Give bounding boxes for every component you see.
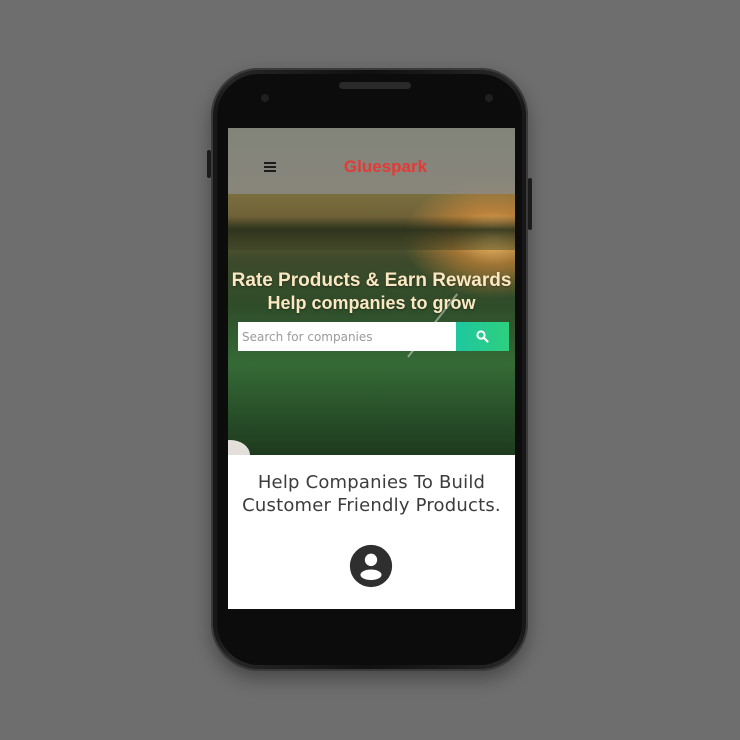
hero-headline: Rate Products & Earn Rewards Help compan… [228, 269, 515, 315]
power-button [528, 178, 532, 230]
main-content: Help Companies To Build Customer Friendl… [228, 455, 515, 609]
hero-headline-line2: Help companies to grow [267, 293, 476, 313]
hero-treeline [228, 216, 515, 250]
search-icon [476, 330, 489, 343]
phone-sensor [261, 94, 269, 102]
volume-button [207, 150, 211, 178]
phone-screen: Gluespark Rate Products & Earn Rewards H… [228, 128, 515, 609]
search-input[interactable] [238, 322, 456, 351]
tagline-line2: Customer Friendly Products. [242, 495, 501, 516]
account-circle-icon [349, 544, 393, 588]
search-button[interactable] [456, 322, 509, 351]
feature-caption-cutoff [346, 603, 396, 609]
search-bar [238, 322, 509, 351]
brand-logo[interactable]: Gluespark [228, 157, 515, 177]
section-tagline: Help Companies To Build Customer Friendl… [228, 471, 515, 517]
phone-camera [485, 94, 493, 102]
phone-earpiece [339, 82, 411, 89]
tagline-line1: Help Companies To Build [257, 472, 486, 493]
top-navbar: Gluespark [228, 128, 515, 194]
hero-banner: Gluespark Rate Products & Earn Rewards H… [228, 128, 515, 470]
hero-headline-line1: Rate Products & Earn Rewards [231, 270, 512, 291]
